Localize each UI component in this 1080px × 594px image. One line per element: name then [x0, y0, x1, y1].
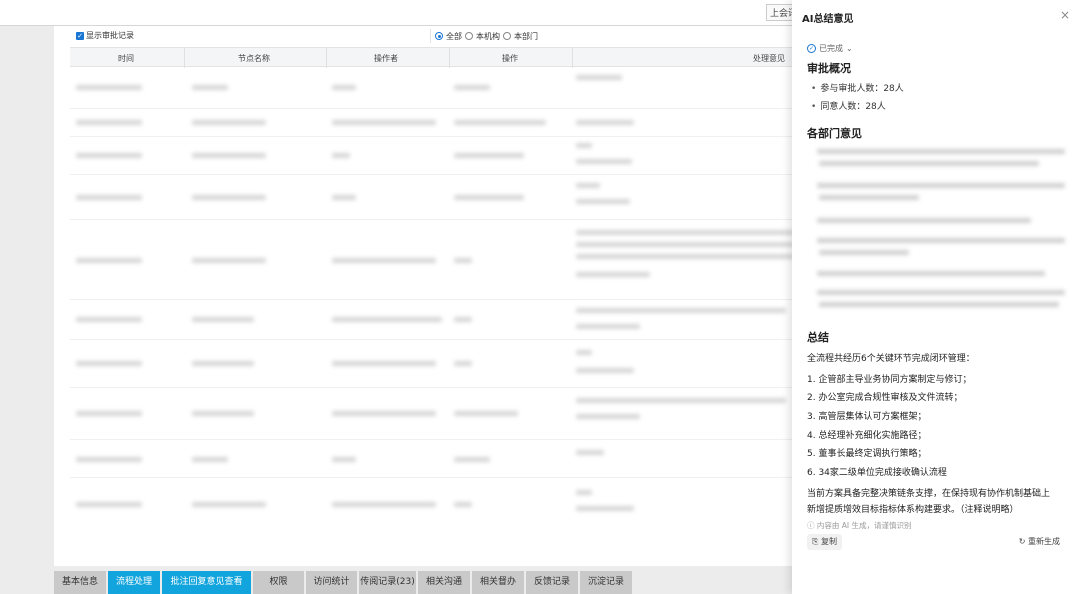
tab-visit-stats[interactable]: 访问统计 — [306, 571, 357, 594]
conclusion-line: 当前方案具备完整决策链条支撑，在保持现有协作机制基础上 — [807, 489, 1051, 499]
status-text: 已完成 — [819, 44, 843, 53]
copy-button[interactable]: ⎘ 复制 — [807, 534, 842, 550]
table-header: 时间 节点名称 操作者 操作 处理意见 — [70, 47, 794, 68]
tab-permission[interactable]: 权限 — [253, 571, 304, 594]
tab-supervision[interactable]: 相关督办 — [472, 571, 524, 594]
approval-records — [70, 67, 794, 566]
process-panel: ✓ 显示审批记录 全部 本机构 本部门 时间 节点名称 操作者 操作 处理意见 — [54, 26, 794, 566]
filter-row: ✓ 显示审批记录 全部 本机构 本部门 — [54, 26, 794, 46]
col-node: 节点名称 — [238, 54, 270, 63]
show-records-checkbox[interactable]: ✓ 显示审批记录 — [76, 30, 134, 41]
table-row — [70, 440, 794, 478]
col-time: 时间 — [118, 54, 134, 63]
tab-communication[interactable]: 相关沟通 — [418, 571, 470, 594]
disclaimer-text: 内容由 AI 生成，请谨慎识别 — [816, 521, 912, 530]
table-row — [70, 478, 794, 530]
summary-step: 1. 企管部主导业务协同方案制定与修订； — [807, 375, 972, 385]
tab-feedback[interactable]: 反馈记录 — [526, 571, 578, 594]
chevron-down-icon: ⌄ — [846, 44, 853, 53]
ai-summary-panel: AI总结意见 × ✓ 已完成 ⌄ 审批概况 参与审批人数：28人 同意人数：28… — [792, 0, 1080, 594]
ai-panel-title: AI总结意见 — [802, 14, 854, 25]
info-icon: ⓘ — [807, 521, 815, 530]
regenerate-label: 重新生成 — [1028, 537, 1060, 546]
col-opinion: 处理意见 — [753, 54, 785, 63]
status-badge[interactable]: ✓ 已完成 ⌄ — [807, 43, 853, 54]
scope-radio-group: 全部 本机构 本部门 — [430, 29, 538, 43]
overview-heading: 审批概况 — [807, 62, 851, 75]
tab-annotation-reply[interactable]: 批注回复意见查看 — [162, 571, 251, 594]
table-row — [70, 175, 794, 220]
table-row — [70, 340, 794, 388]
show-records-label: 显示审批记录 — [86, 31, 134, 40]
radio-dept-label: 本部门 — [514, 31, 538, 41]
summary-step: 5. 董事长最终定调执行策略； — [807, 449, 927, 459]
summary-heading: 总结 — [807, 331, 829, 344]
col-operator: 操作者 — [374, 54, 398, 63]
dept-heading: 各部门意见 — [807, 127, 862, 140]
overview-item: 同意人数：28人 — [811, 99, 885, 112]
close-icon[interactable]: × — [1060, 8, 1070, 22]
bottom-tab-bar: 基本信息 流程处理 批注回复意见查看 权限 访问统计 传阅记录(23) 相关沟通… — [54, 571, 632, 594]
tab-circulation[interactable]: 传阅记录(23) — [359, 571, 416, 594]
table-row — [70, 388, 794, 440]
summary-step: 4. 总经理补充细化实施路径； — [807, 431, 927, 441]
radio-org-label: 本机构 — [476, 31, 500, 41]
summary-step: 3. 高管层集体认可方案框架； — [807, 412, 927, 422]
conclusion-line: 新增提质增效目标指标体系构建要求。（注释说明略） — [807, 505, 1019, 515]
radio-all-label: 全部 — [446, 31, 462, 41]
col-operation: 操作 — [502, 54, 518, 63]
copy-label: 复制 — [820, 537, 837, 546]
refresh-icon: ↻ — [1018, 537, 1026, 546]
table-row — [70, 137, 794, 175]
radio-org[interactable] — [465, 32, 473, 40]
ai-disclaimer: ⓘ 内容由 AI 生成，请谨慎识别 — [807, 520, 912, 531]
overview-item: 参与审批人数：28人 — [811, 81, 903, 94]
table-row — [70, 220, 794, 300]
summary-intro: 全流程共经历6个关键环节完成闭环管理： — [807, 354, 975, 364]
checkbox-checked-icon: ✓ — [76, 31, 84, 40]
table-row — [70, 67, 794, 109]
radio-all[interactable] — [435, 32, 443, 40]
check-circle-icon: ✓ — [807, 44, 816, 53]
radio-dept[interactable] — [503, 32, 511, 40]
table-row — [70, 300, 794, 340]
tab-archive[interactable]: 沉淀记录 — [580, 571, 632, 594]
dept-opinions-blurred — [807, 145, 1065, 307]
tab-basic-info[interactable]: 基本信息 — [54, 571, 106, 594]
copy-icon: ⎘ — [812, 537, 819, 546]
summary-step: 2. 办公室完成合规性审核及文件流转； — [807, 393, 963, 403]
table-row — [70, 109, 794, 137]
summary-step: 6. 34家二级单位完成接收确认流程 — [807, 468, 947, 478]
regenerate-button[interactable]: ↻ 重新生成 — [1019, 534, 1060, 550]
tab-process[interactable]: 流程处理 — [108, 571, 160, 594]
